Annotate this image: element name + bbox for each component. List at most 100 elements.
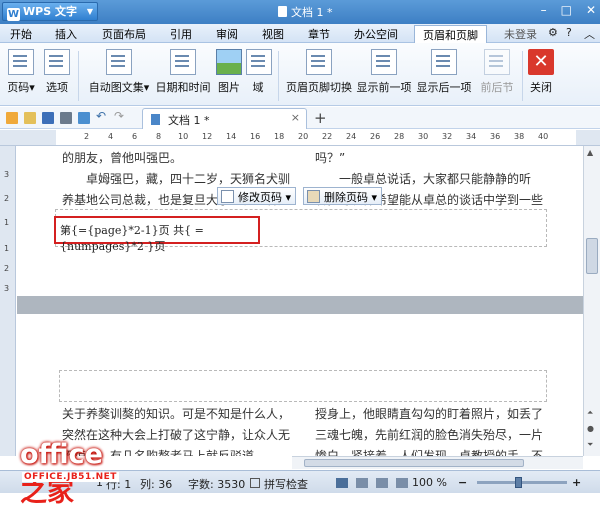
zoom-level[interactable]: 100 %: [412, 476, 447, 489]
minimize-button[interactable]: –: [541, 3, 547, 17]
zoom-in-icon[interactable]: +: [572, 476, 581, 489]
page-number-field-code[interactable]: 第{={page}*2-1}页 共{ ={numpages}*2 }页: [54, 216, 260, 253]
ruler-number: 38: [514, 132, 525, 141]
ruler-number: 36: [490, 132, 501, 141]
auto-text-button[interactable]: 自动图文集▾: [84, 49, 154, 95]
maximize-button[interactable]: □: [561, 3, 572, 17]
menu-office-space[interactable]: 办公空间: [354, 26, 398, 42]
settings-icon[interactable]: ⚙: [548, 26, 558, 39]
calendar-icon: [170, 49, 196, 75]
ruler-number: 2: [4, 194, 10, 203]
menu-section[interactable]: 章节: [308, 26, 330, 42]
page-2[interactable]: 关于养獒训獒的知识。可是不知是什么人， 突然在这种大会上打破了这宁静，让众人无 …: [17, 314, 583, 456]
page-number-button[interactable]: 页码▾: [6, 49, 36, 95]
web-view-icon[interactable]: [376, 478, 388, 488]
print-preview-icon[interactable]: [78, 112, 90, 124]
ruler-number: 32: [442, 132, 453, 141]
open-folder-icon[interactable]: [24, 112, 36, 124]
vertical-scrollbar[interactable]: ▲ ⏶ ● ⏷: [583, 146, 600, 456]
wps-app-menu-button[interactable]: W WPS 文字 ▼: [2, 2, 98, 21]
prev-section-button[interactable]: 前后节: [476, 49, 518, 95]
text-line: 三魂七魄，先前红润的脸色消失殆尽，一片: [315, 428, 544, 442]
ruler-number: 2: [4, 264, 10, 273]
watermark-url: OFFICE.JB51.NET: [22, 472, 119, 482]
reading-view-icon[interactable]: [396, 478, 408, 488]
page-view-icon[interactable]: [336, 478, 348, 488]
edit-page-number-button[interactable]: 修改页码 ▾: [217, 187, 297, 205]
scroll-thumb[interactable]: [304, 459, 524, 467]
zoom-slider-knob[interactable]: [515, 477, 522, 488]
close-header-footer-button[interactable]: ✕ 关闭: [526, 49, 556, 95]
title-bar: W WPS 文字 ▼ 文档 1 * – □ ✕: [0, 0, 600, 24]
ribbon-separator: [78, 51, 79, 101]
field-button[interactable]: 域: [246, 49, 272, 95]
chevron-down-icon: ▼: [86, 7, 93, 16]
menu-review[interactable]: 审阅: [216, 26, 238, 42]
menu-insert[interactable]: 插入: [55, 26, 77, 42]
ruler-number: 24: [346, 132, 357, 141]
vertical-ruler[interactable]: 3 2 1 1 2 3: [0, 146, 16, 456]
minimize-ribbon-icon[interactable]: ︿: [584, 26, 595, 42]
spell-check-label[interactable]: 拼写检查: [264, 476, 308, 492]
arrow-up-icon: [371, 49, 397, 75]
text-line: 授身上，他眼睛直勾勾的盯着照片，如丢了: [315, 407, 544, 421]
outline-view-icon[interactable]: [356, 478, 368, 488]
header-area[interactable]: [59, 370, 547, 402]
show-next-button[interactable]: 显示后一项: [416, 49, 472, 95]
menu-view[interactable]: 视图: [262, 26, 284, 42]
menu-bar: 开始 插入 页面布局 引用 审阅 视图 章节 办公空间 页眉和页脚 未登录 ⚙ …: [0, 24, 600, 43]
save-icon[interactable]: [42, 112, 54, 124]
zoom-slider[interactable]: [477, 477, 567, 488]
scroll-up-icon[interactable]: ▲: [587, 148, 593, 157]
document-tab[interactable]: 文档 1 * ×: [142, 108, 307, 129]
new-document-icon[interactable]: [6, 112, 18, 124]
ruler-number: 40: [538, 132, 549, 141]
ruler-number: 16: [250, 132, 261, 141]
spell-check-checkbox[interactable]: [250, 478, 260, 488]
link-icon: [484, 49, 510, 75]
word-count[interactable]: 字数: 3530: [188, 476, 245, 492]
login-link[interactable]: 未登录: [504, 26, 537, 42]
auto-text-icon: [106, 49, 132, 75]
date-time-button[interactable]: 日期和时间: [154, 49, 212, 95]
wps-logo-icon: W: [7, 8, 20, 21]
ruler-number: 3: [4, 284, 10, 293]
horizontal-scrollbar[interactable]: [292, 456, 583, 469]
picture-button[interactable]: 图片: [214, 49, 244, 95]
close-window-button[interactable]: ✕: [586, 3, 596, 17]
horizontal-ruler[interactable]: 2 4 6 8 10 12 14 16 18 20 22 24 26 28 30…: [0, 130, 600, 146]
menu-references[interactable]: 引用: [170, 26, 192, 42]
show-previous-button[interactable]: 显示前一项: [356, 49, 412, 95]
select-browse-object-icon[interactable]: ●: [587, 424, 594, 433]
options-button[interactable]: 选项: [40, 49, 74, 95]
arrow-down-icon: [431, 49, 457, 75]
edit-icon: [221, 190, 234, 203]
menu-home[interactable]: 开始: [10, 26, 32, 42]
delete-page-number-button[interactable]: 删除页码 ▾: [303, 187, 383, 205]
field-icon: [246, 49, 272, 75]
ribbon-separator: [278, 51, 279, 101]
help-icon[interactable]: ?: [566, 26, 572, 39]
page-1[interactable]: 的朋友，曾他叫强巴。 卓姆强巴，藏，四十二岁，天狮名犬驯 养基地公司总裁，也是复…: [17, 146, 583, 296]
next-page-icon[interactable]: ⏷: [587, 440, 593, 450]
menu-header-footer[interactable]: 页眉和页脚: [414, 25, 487, 43]
text-line: 的朋友，曾他叫强巴。: [62, 151, 183, 165]
text-line: 关于养獒训獒的知识。可是不知是什么人，: [62, 407, 291, 421]
window-title: 文档 1 *: [278, 4, 333, 20]
print-icon[interactable]: [60, 112, 72, 124]
redo-icon[interactable]: ↷: [114, 109, 126, 123]
menu-page-layout[interactable]: 页面布局: [102, 26, 146, 42]
zoom-out-icon[interactable]: −: [458, 476, 467, 489]
scroll-thumb[interactable]: [586, 238, 598, 274]
prev-page-icon[interactable]: ⏶: [587, 408, 593, 418]
picture-icon: [216, 49, 242, 75]
body-text-right[interactable]: 授身上，他眼睛直勾勾的盯着照片，如丢了 三魂七魄，先前红润的脸色消失殆尽，一片 …: [315, 404, 543, 456]
ruler-number: 34: [466, 132, 477, 141]
new-tab-button[interactable]: +: [314, 109, 327, 127]
document-canvas[interactable]: 的朋友，曾他叫强巴。 卓姆强巴，藏，四十二岁，天狮名犬驯 养基地公司总裁，也是复…: [17, 146, 583, 456]
undo-icon[interactable]: ↶: [96, 109, 108, 123]
header-footer-switch-button[interactable]: 页眉页脚切换: [284, 49, 354, 95]
ribbon-header-footer: 页码▾ 选项 自动图文集▾ 日期和时间 图片 域 页眉页脚切换 显示前一项 显示…: [0, 43, 600, 106]
close-tab-icon[interactable]: ×: [291, 111, 300, 124]
close-icon: ✕: [528, 49, 554, 75]
